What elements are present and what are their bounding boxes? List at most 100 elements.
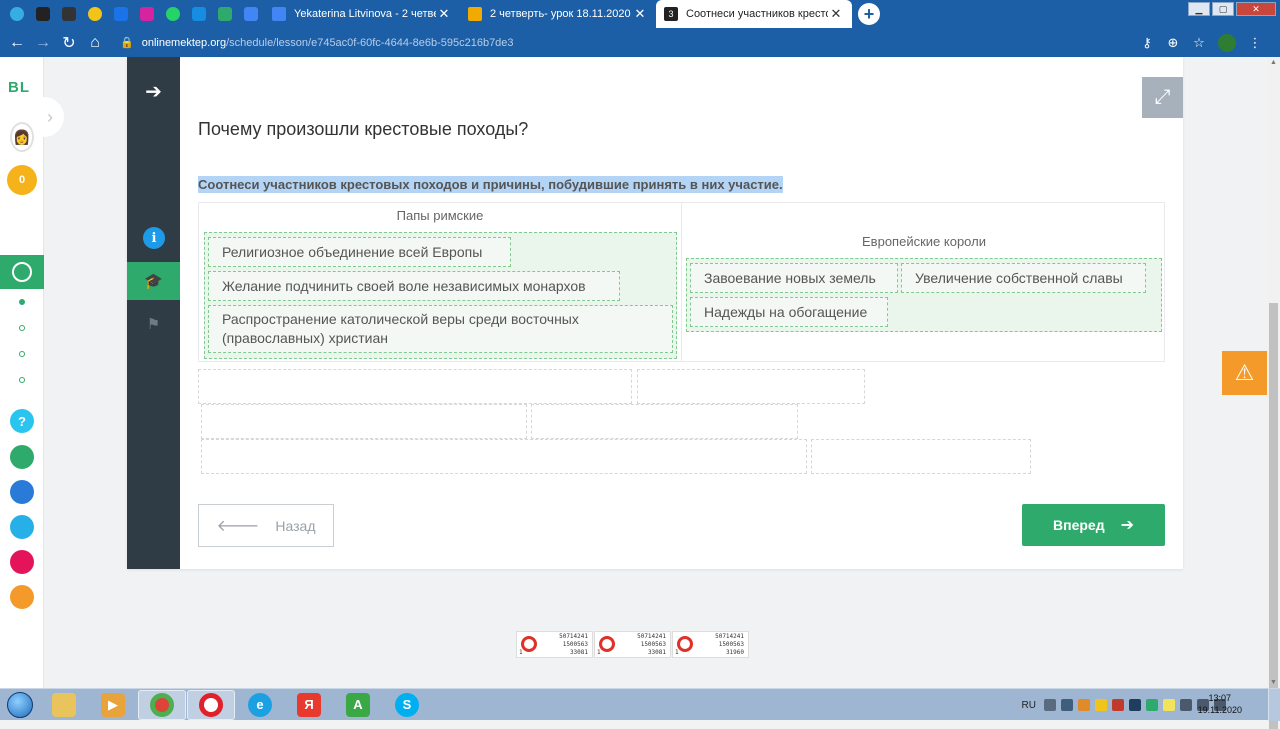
taskbar-chrome[interactable] [138, 689, 186, 720]
expand-sidebar-chevron-icon[interactable]: › [36, 97, 64, 137]
window-close-button[interactable]: ✕ [1236, 2, 1276, 16]
taskbar-ie[interactable]: e [236, 690, 284, 720]
answer-chip[interactable]: Желание подчинить своей воле независимых… [208, 271, 620, 301]
empty-answer-slot[interactable] [201, 439, 807, 474]
lesson-step-dot[interactable] [19, 377, 25, 383]
answer-chip[interactable]: Распространение католической веры среди … [208, 305, 673, 353]
pinned-tab-classroom[interactable] [56, 0, 82, 28]
tab-lesson-plan[interactable]: 2 четверть- урок 18.11.2020 ✕ [460, 0, 656, 28]
pinned-tab-at[interactable] [186, 0, 212, 28]
pinned-tab-hand[interactable] [82, 0, 108, 28]
tray-smile-icon[interactable] [1095, 699, 1107, 711]
bilimland-logo[interactable]: BL [8, 79, 30, 96]
back-button[interactable]: 🡐 Назад [198, 504, 334, 547]
pinned-tab-mail[interactable] [108, 0, 134, 28]
twig-app-icon[interactable] [10, 550, 34, 574]
user-avatar[interactable]: 👩 [10, 122, 34, 152]
tray-app-icon[interactable] [1163, 699, 1175, 711]
home-icon[interactable]: ⌂ [82, 34, 108, 52]
taskbar-skype[interactable]: S [383, 690, 431, 720]
lesson-step-dot[interactable] [19, 325, 25, 331]
tab-docs[interactable]: Yekaterina Litvinova - 2 четверт ✕ [264, 0, 460, 28]
empty-answer-slot[interactable] [201, 404, 527, 439]
url-field[interactable]: 🔒 onlinemektep.org/schedule/lesson/e745a… [120, 36, 1134, 50]
start-button[interactable] [0, 689, 40, 721]
info-icon[interactable]: i [143, 227, 165, 249]
fullscreen-icon[interactable]: ⤢ [1142, 77, 1183, 118]
bilimmedia-app-icon[interactable] [10, 585, 34, 609]
lesson-step-dot[interactable] [19, 299, 25, 305]
empty-answer-slot[interactable] [637, 369, 865, 404]
chrome-icon [150, 692, 174, 717]
report-problem-warning-icon[interactable]: ⚠ [1222, 351, 1267, 395]
empty-answer-slot[interactable] [811, 439, 1031, 474]
arrow-right-icon: ➔ [1120, 517, 1134, 534]
show-desktop-button[interactable] [1268, 689, 1280, 721]
counter-index: 1 [675, 649, 679, 656]
key-icon[interactable]: ⚷ [1134, 35, 1160, 51]
forward-arrow-icon[interactable]: → [30, 34, 56, 52]
tray-eye-icon[interactable] [1078, 699, 1090, 711]
graduation-cap-icon[interactable]: 🎓 [127, 262, 180, 300]
pinned-tab-docs[interactable] [238, 0, 264, 28]
bilimbook-app-icon[interactable] [10, 480, 34, 504]
star-icon[interactable]: ☆ [1186, 35, 1212, 51]
counter-badge[interactable]: 50714241 1500563 31960 1 [672, 631, 749, 658]
tray-app-icon[interactable] [1112, 699, 1124, 711]
answer-chip[interactable]: Религиозное объединение всей Европы [208, 237, 511, 267]
arrow-right-icon[interactable]: ➔ [127, 79, 180, 104]
next-button[interactable]: Вперед ➔ [1022, 504, 1165, 546]
tray-app-icon[interactable] [1129, 699, 1141, 711]
answer-chip[interactable]: Увеличение собственной славы [901, 263, 1146, 293]
minimize-button[interactable]: ▁ [1188, 2, 1210, 16]
tray-signal-icon[interactable] [1180, 699, 1192, 711]
profile-avatar[interactable] [1218, 33, 1236, 52]
taskbar-app-a[interactable]: A [334, 690, 382, 720]
menu-dots-icon[interactable]: ⋮ [1242, 35, 1268, 51]
close-icon[interactable]: ✕ [436, 6, 452, 22]
pinned-tab-telegram[interactable] [4, 0, 30, 28]
rail-item-onlinemektep[interactable] [0, 255, 44, 289]
clock[interactable]: 13:07 19.11.2020 [1198, 692, 1242, 716]
taskbar-yandex[interactable]: Я [285, 690, 333, 720]
page-scrollbar[interactable]: ▲ ▼ [1267, 57, 1280, 729]
tray-help-icon[interactable] [1044, 699, 1056, 711]
taskbar-explorer[interactable] [40, 690, 88, 720]
empty-answer-slot[interactable] [198, 369, 632, 404]
answer-chip[interactable]: Надежды на обогащение [690, 297, 888, 327]
pinned-tab-green[interactable] [212, 0, 238, 28]
language-indicator[interactable]: RU [1022, 700, 1036, 711]
taskbar-opera[interactable] [187, 689, 235, 720]
window-controls: ▁ ▢ ✕ [1186, 2, 1276, 16]
maximize-button[interactable]: ▢ [1212, 2, 1234, 16]
reload-icon[interactable]: ↻ [56, 33, 82, 53]
pinned-tab-whatsapp[interactable] [160, 0, 186, 28]
counter-badge[interactable]: 50714241 1500563 33081 1 [516, 631, 593, 658]
scroll-up-icon[interactable]: ▲ [1267, 59, 1280, 66]
flag-icon[interactable]: ⚑ [127, 307, 180, 341]
matching-table: Папы римские Религиозное объединение все… [198, 202, 1165, 362]
close-icon[interactable]: ✕ [828, 6, 844, 22]
new-tab-button[interactable]: + [858, 3, 880, 25]
close-icon[interactable]: ✕ [632, 6, 648, 22]
pinned-tab-instagram[interactable] [134, 0, 160, 28]
coin-counter[interactable]: 0 [7, 165, 37, 195]
tray-app-icon[interactable] [1146, 699, 1158, 711]
lesson-step-dot[interactable] [19, 351, 25, 357]
answer-chip[interactable]: Завоевание новых земель [690, 263, 898, 293]
pinned-tab-app[interactable] [30, 0, 56, 28]
scrollbar-thumb[interactable] [1269, 303, 1278, 729]
tab-current[interactable]: 3 Соотнеси участников крестовых ✕ [656, 0, 852, 28]
bilimland-app-icon[interactable] [10, 445, 34, 469]
tab-title: 2 четверть- урок 18.11.2020 [490, 8, 631, 20]
zoom-icon[interactable]: ⊕ [1160, 35, 1186, 51]
taskbar-media-player[interactable]: ▶ [89, 690, 137, 720]
itest-app-icon[interactable] [10, 515, 34, 539]
empty-answer-slot[interactable] [531, 404, 798, 439]
scroll-down-icon[interactable]: ▼ [1267, 679, 1280, 686]
back-arrow-icon[interactable]: ← [4, 34, 30, 52]
tab-title: Соотнеси участников крестовых [686, 8, 828, 20]
help-icon[interactable]: ? [10, 409, 34, 433]
tray-network-icon[interactable] [1061, 699, 1073, 711]
counter-badge[interactable]: 50714241 1500563 33081 1 [594, 631, 671, 658]
